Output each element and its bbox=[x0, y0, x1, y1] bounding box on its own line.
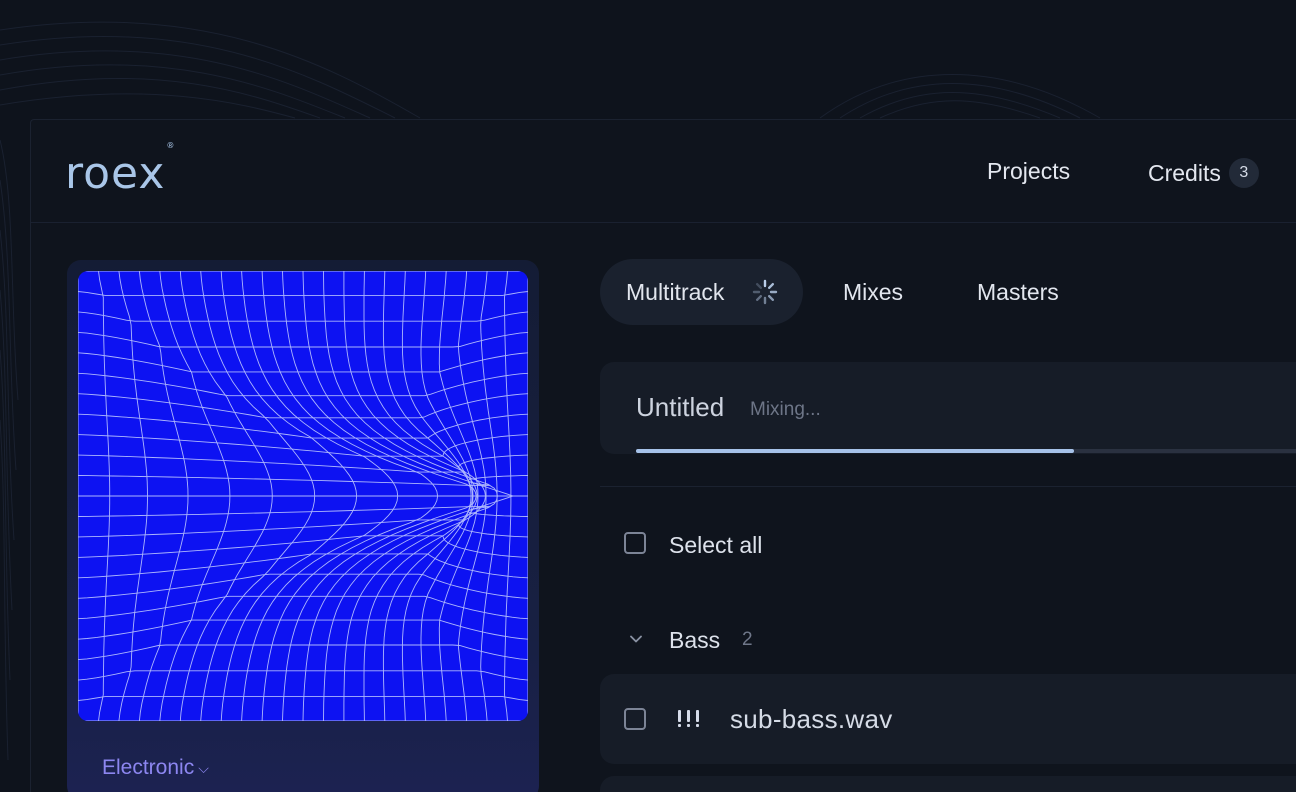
mesh-line bbox=[78, 434, 528, 457]
track-checkbox[interactable] bbox=[624, 708, 646, 730]
chevron-down-icon[interactable] bbox=[628, 631, 644, 647]
genre-label: Electronic bbox=[102, 756, 195, 779]
top-header: roex® Projects Credits 3 bbox=[31, 120, 1296, 223]
mesh-line bbox=[78, 393, 528, 419]
tab-multitrack-label: Multitrack bbox=[626, 279, 725, 305]
mesh-line bbox=[78, 311, 528, 322]
section-divider bbox=[600, 486, 1296, 487]
mesh-line bbox=[78, 291, 528, 296]
nav-projects-link[interactable]: Projects bbox=[987, 158, 1070, 185]
tab-masters[interactable]: Masters bbox=[977, 259, 1059, 325]
project-status-text: Mixing... bbox=[750, 399, 821, 420]
mix-progress-bar bbox=[636, 449, 1296, 453]
nav-credits-link[interactable]: Credits 3 bbox=[1148, 158, 1259, 188]
mesh-line bbox=[78, 506, 528, 517]
project-title[interactable]: Untitled bbox=[636, 392, 724, 423]
credits-label: Credits bbox=[1148, 159, 1221, 186]
genre-dropdown[interactable]: Electronic ⌵ bbox=[102, 756, 209, 780]
mesh-line bbox=[78, 696, 528, 701]
app-stage: roex® Projects Credits 3 Electronic ⌵ Mul… bbox=[0, 0, 1296, 792]
drag-handle-icon[interactable] bbox=[676, 709, 702, 729]
mesh-line bbox=[78, 372, 528, 397]
artwork-card: Electronic ⌵ bbox=[67, 260, 539, 792]
track-filename: sub-bass.wav bbox=[730, 704, 893, 734]
mesh-line bbox=[78, 644, 528, 661]
mesh-line bbox=[78, 475, 528, 486]
tab-mixes[interactable]: Mixes bbox=[843, 259, 903, 325]
app-window: roex® Projects Credits 3 Electronic ⌵ Mul… bbox=[30, 119, 1296, 792]
mesh-line bbox=[78, 573, 528, 599]
mix-progress-fill bbox=[636, 449, 1075, 453]
group-track-count: 2 bbox=[742, 629, 753, 650]
roex-logo[interactable]: roex® bbox=[65, 141, 175, 199]
group-name-bass[interactable]: Bass bbox=[669, 627, 720, 654]
mesh-line bbox=[78, 535, 528, 558]
track-row[interactable] bbox=[600, 776, 1296, 792]
album-artwork[interactable] bbox=[78, 271, 528, 721]
select-all-label[interactable]: Select all bbox=[669, 532, 762, 559]
mesh-line bbox=[78, 670, 528, 681]
mesh-line bbox=[78, 619, 528, 640]
wireframe-artwork-graphic bbox=[78, 271, 528, 721]
mesh-line bbox=[78, 331, 528, 348]
tab-multitrack[interactable]: Multitrack bbox=[600, 259, 803, 325]
select-all-checkbox[interactable] bbox=[624, 532, 646, 554]
project-status-card: Untitled Mixing... bbox=[600, 362, 1296, 454]
loading-spinner-icon bbox=[752, 279, 778, 305]
chevron-down-icon: ⌵ bbox=[198, 760, 209, 776]
mesh-line bbox=[78, 595, 528, 620]
logo-text: roex bbox=[65, 148, 166, 199]
track-row[interactable]: sub-bass.wav bbox=[600, 674, 1296, 764]
registered-mark: ® bbox=[166, 141, 176, 151]
credits-count-badge: 3 bbox=[1228, 158, 1259, 188]
mesh-line bbox=[78, 352, 528, 373]
